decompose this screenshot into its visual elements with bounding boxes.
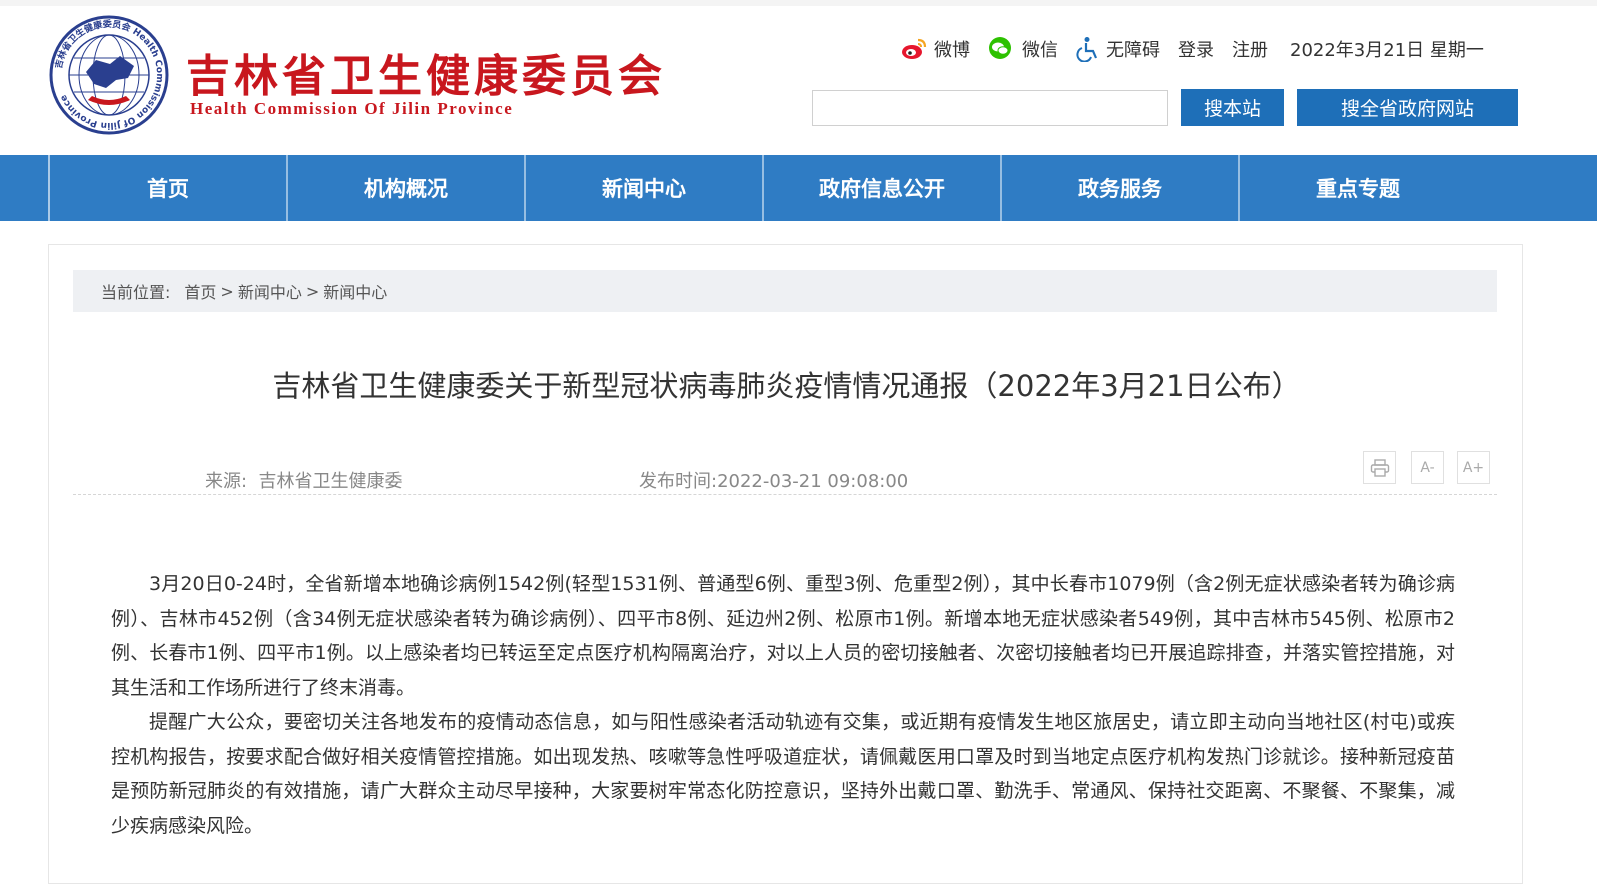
breadcrumb-news[interactable]: 新闻中心 <box>238 279 302 303</box>
nav-item-news[interactable]: 新闻中心 <box>524 155 762 221</box>
article-meta: 来源: 吉林省卫生健康委 发布时间:2022-03-21 09:08:00 A-… <box>73 451 1497 495</box>
time-value: 2022-03-21 09:08:00 <box>717 471 909 492</box>
breadcrumb: 当前位置: 首页 > 新闻中心 > 新闻中心 <box>73 270 1497 312</box>
font-decrease-button[interactable]: A- <box>1411 451 1444 484</box>
nav-item-topics[interactable]: 重点专题 <box>1238 155 1476 221</box>
search-site-button[interactable]: 搜本站 <box>1181 89 1284 126</box>
time-label: 发布时间: <box>639 471 718 492</box>
wechat-link[interactable]: 微信 <box>988 36 1058 62</box>
wheelchair-icon <box>1076 37 1098 62</box>
weibo-icon <box>902 38 927 59</box>
article-title: 吉林省卫生健康委关于新型冠状病毒肺炎疫情情况通报（2022年3月21日公布） <box>272 369 1301 403</box>
site-title-en: Health Commission Of Jilin Province <box>190 99 514 118</box>
search-input[interactable] <box>812 90 1168 126</box>
accessibility-link[interactable]: 无障碍 <box>1076 36 1160 62</box>
breadcrumb-separator: > <box>305 281 320 301</box>
site-title-cn[interactable]: 吉林省卫生健康委员会 <box>186 40 666 104</box>
source-value: 吉林省卫生健康委 <box>258 471 403 492</box>
jilin-emblem-logo[interactable]: 吉林省卫生健康委员会 Health Commission Of Jilin Pr… <box>48 14 170 136</box>
article-body: 3月20日0-24时，全省新增本地确诊病例1542例(轻型1531例、普通型6例… <box>111 567 1455 843</box>
wechat-label: 微信 <box>1022 40 1058 61</box>
breadcrumb-prefix: 当前位置: <box>101 283 171 302</box>
page: 吉林省卫生健康委员会 Health Commission Of Jilin Pr… <box>0 0 1597 884</box>
article-publish-time: 发布时间:2022-03-21 09:08:00 <box>639 467 908 493</box>
print-icon <box>1370 458 1389 477</box>
wechat-icon <box>989 37 1011 59</box>
search-province-button[interactable]: 搜全省政府网站 <box>1297 89 1518 126</box>
print-button[interactable] <box>1363 451 1396 484</box>
register-link[interactable]: 注册 <box>1232 36 1268 62</box>
login-link[interactable]: 登录 <box>1178 36 1214 62</box>
breadcrumb-separator: > <box>220 281 234 301</box>
top-strip <box>0 0 1597 6</box>
main-nav-items: 首页 机构概况 新闻中心 政府信息公开 政务服务 重点专题 <box>48 155 1476 221</box>
nav-item-home[interactable]: 首页 <box>48 155 286 221</box>
nav-item-gov-info[interactable]: 政府信息公开 <box>762 155 1000 221</box>
article-source: 来源: 吉林省卫生健康委 <box>205 467 403 493</box>
accessibility-label: 无障碍 <box>1106 40 1160 61</box>
main-nav: 首页 机构概况 新闻中心 政府信息公开 政务服务 重点专题 <box>0 155 1597 221</box>
current-date: 2022年3月21日 星期一 <box>1290 40 1484 61</box>
site-header: 吉林省卫生健康委员会 Health Commission Of Jilin Pr… <box>0 0 1597 155</box>
breadcrumb-home[interactable]: 首页 <box>184 279 216 303</box>
article-container: 当前位置: 首页 > 新闻中心 > 新闻中心 吉林省卫生健康委关于新型冠状病毒肺… <box>48 244 1523 884</box>
breadcrumb-news-current[interactable]: 新闻中心 <box>323 279 387 303</box>
weibo-label: 微博 <box>934 40 970 61</box>
source-label: 来源: <box>205 471 248 492</box>
nav-item-organization[interactable]: 机构概况 <box>286 155 524 221</box>
weibo-link[interactable]: 微博 <box>900 36 970 62</box>
article-paragraph: 3月20日0-24时，全省新增本地确诊病例1542例(轻型1531例、普通型6例… <box>111 573 1455 699</box>
font-increase-button[interactable]: A+ <box>1457 451 1490 484</box>
top-links-bar: 微博 微信 无障碍 登录 注册 2022年3月21日 星期一 <box>900 34 1484 64</box>
article-paragraph: 提醒广大公众，要密切关注各地发布的疫情动态信息，如与阳性感染者活动轨迹有交集，或… <box>111 711 1455 837</box>
nav-item-services[interactable]: 政务服务 <box>1000 155 1238 221</box>
